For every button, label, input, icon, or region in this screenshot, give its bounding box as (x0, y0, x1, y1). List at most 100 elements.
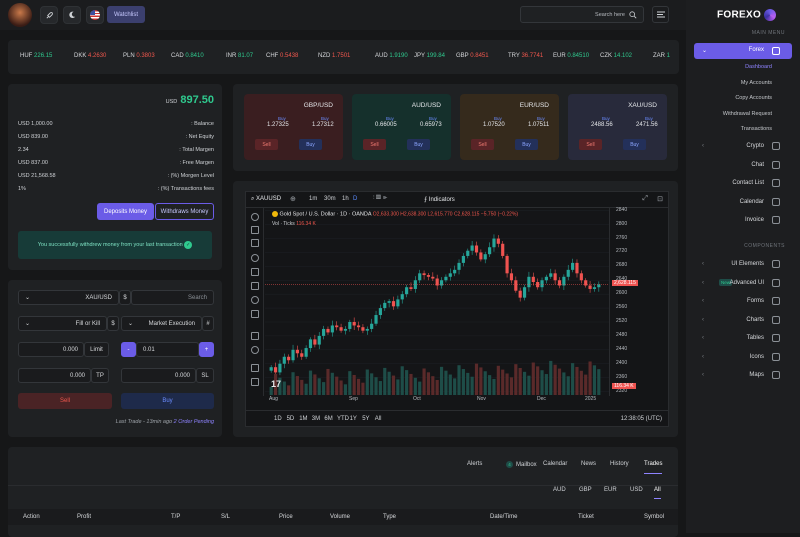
fill-type-select[interactable]: ⌄ Fill or Kill (18, 316, 107, 331)
sidebar-item-icons[interactable]: ‹ Icons (694, 351, 792, 364)
crosshair-icon[interactable] (251, 213, 259, 221)
currency-filter-usd[interactable]: USD (630, 487, 643, 493)
symbol-select[interactable]: ⌄ XAU/USD (18, 290, 119, 305)
magnet-icon[interactable] (251, 364, 259, 372)
range-5d[interactable]: 5D (287, 416, 295, 422)
interval-D[interactable]: D (353, 196, 357, 202)
tab-calendar[interactable]: Calendar (543, 461, 567, 467)
column-header[interactable]: Action (23, 514, 40, 520)
sidebar-item-crypto[interactable]: ‹ Crypto (694, 140, 792, 153)
range-1y[interactable]: 1Y (350, 416, 357, 422)
pair-sell-button[interactable]: Sell (255, 139, 278, 150)
sidebar-item-forms[interactable]: ‹ Forms (694, 295, 792, 308)
time-axis[interactable]: Aug Sep Oct Nov Dec 2025 (265, 395, 609, 407)
us-flag-icon[interactable] (86, 6, 104, 24)
buy-button[interactable]: Buy (121, 393, 214, 409)
range-1d[interactable]: 1D (274, 416, 282, 422)
add-symbol-icon[interactable]: ⊕ (290, 195, 296, 203)
interval-1h[interactable]: 1h (342, 196, 349, 202)
column-header[interactable]: S/L (221, 514, 230, 520)
search-input[interactable]: Search here (520, 6, 644, 23)
sidebar-item-charts[interactable]: ‹ Charts (694, 314, 792, 327)
brush-icon[interactable] (251, 282, 259, 290)
sl-input[interactable]: 0.000 (121, 368, 196, 383)
currency-filter-all[interactable]: All (654, 487, 661, 499)
tab-trades[interactable]: Trades (644, 461, 663, 474)
fib-icon[interactable] (251, 239, 259, 247)
range-1m[interactable]: 1M (299, 416, 307, 422)
chart-symbol[interactable]: ⌕ XAUUSD (251, 196, 281, 203)
price-axis[interactable]: 2840 2800 2760 2720 2680 2640 2600 2560 2520 2480… (609, 207, 669, 396)
currency-filter-aud[interactable]: AUD (553, 487, 566, 493)
pair-sell-button[interactable]: Sell (579, 139, 602, 150)
pair-buy-button[interactable]: Buy (515, 139, 538, 150)
sidebar-subitem[interactable]: Transactions (741, 126, 772, 132)
price-input[interactable]: 0.000 (18, 342, 84, 357)
sidebar-item-forex[interactable]: ⌄ Forex (694, 43, 792, 59)
pair-buy-button[interactable]: Buy (407, 139, 430, 150)
sidebar-item-chat[interactable]: Chat (694, 159, 792, 172)
avatar[interactable] (8, 3, 32, 27)
currency-filter-eur[interactable]: EUR (604, 487, 617, 493)
interval-1m[interactable]: 1m (309, 196, 317, 202)
column-header[interactable]: Price (279, 514, 293, 520)
range-ytd[interactable]: YTD (337, 416, 349, 422)
candles-icon[interactable]: ⫶ ▥ ⊪ (373, 195, 387, 202)
menu-icon[interactable] (652, 6, 669, 23)
sidebar-subitem[interactable]: Withdrawal Request (723, 111, 772, 117)
moon-icon[interactable] (63, 6, 81, 24)
deposit-button[interactable]: Deposits Money (97, 203, 154, 220)
camera-icon[interactable]: ⊡ (657, 195, 663, 203)
sidebar-item-maps[interactable]: ‹ Maps (694, 369, 792, 382)
sidebar-subitem[interactable]: My Accounts (741, 80, 772, 86)
watchlist-button[interactable]: Watchlist (107, 6, 145, 23)
pattern-icon[interactable] (251, 254, 259, 262)
lock-icon[interactable] (251, 378, 259, 386)
expand-icon[interactable]: ⤢ (642, 195, 648, 203)
column-header[interactable]: Volume (330, 514, 350, 520)
zoom-icon[interactable] (251, 346, 259, 354)
tab-mailbox[interactable]: 4 Mailbox (506, 461, 537, 468)
ruler-icon[interactable] (251, 332, 259, 340)
column-header[interactable]: Symbol (644, 514, 664, 520)
pair-buy-button[interactable]: Buy (623, 139, 646, 150)
range-3m[interactable]: 3M (312, 416, 320, 422)
sidebar-subitem[interactable]: Dashboard (745, 64, 772, 70)
range-5y[interactable]: 5Y (362, 416, 369, 422)
column-header[interactable]: T/P (171, 514, 180, 520)
text-icon[interactable] (251, 296, 259, 304)
emoji-icon[interactable] (251, 310, 259, 318)
sidebar-item-tables[interactable]: ‹ Tables (694, 332, 792, 345)
order-search-input[interactable]: Search (131, 290, 214, 305)
column-header[interactable]: Ticket (578, 514, 594, 520)
measure-icon[interactable] (251, 268, 259, 276)
execution-select[interactable]: ⌄ Market Execution (121, 316, 202, 331)
trend-line-icon[interactable] (251, 226, 259, 234)
withdraw-button[interactable]: Withdraws Money (155, 203, 214, 220)
pair-sell-button[interactable]: Sell (363, 139, 386, 150)
pair-card[interactable]: XAU/USD Buy Buy 2488.56 2471.56 Sell Buy (568, 94, 667, 160)
indicators-button[interactable]: ⨍ Indicators (424, 196, 455, 203)
column-header[interactable]: Profit (77, 514, 91, 520)
currency-filter-gbp[interactable]: GBP (579, 487, 592, 493)
sidebar-subitem[interactable]: Copy Accounts (735, 95, 772, 101)
sell-button[interactable]: Sell (18, 393, 112, 409)
column-header[interactable]: Type (383, 514, 396, 520)
logo[interactable]: FOREXO (717, 9, 777, 21)
pending-link[interactable]: 2 Order Pending (174, 419, 214, 425)
rocket-icon[interactable] (40, 6, 58, 24)
column-header[interactable]: Date/Time (490, 514, 517, 520)
interval-30m[interactable]: 30m (324, 196, 336, 202)
pair-sell-button[interactable]: Sell (471, 139, 494, 150)
tp-input[interactable]: 0.000 (18, 368, 91, 383)
candlestick-chart[interactable]: 17 (265, 209, 609, 395)
tab-history[interactable]: History (610, 461, 629, 467)
increment-button[interactable]: + (199, 342, 214, 357)
range-6m[interactable]: 6M (324, 416, 332, 422)
sidebar-item-advanced-ui[interactable]: ‹ New Advanced UI (694, 277, 792, 290)
sidebar-item-calendar[interactable]: Calendar (694, 196, 792, 209)
decrement-button[interactable]: - (121, 342, 136, 357)
range-all[interactable]: All (375, 416, 382, 422)
pair-card[interactable]: AUD/USD Buy Buy 0.66005 0.65973 Sell Buy (352, 94, 451, 160)
sidebar-item-contact-list[interactable]: Contact List (694, 177, 792, 190)
